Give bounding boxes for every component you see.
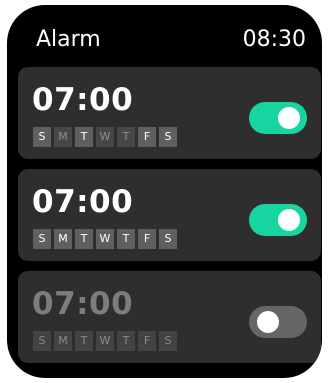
alarm-toggle[interactable] [249,306,307,338]
day-chip-wednesday: W [96,229,114,249]
alarm-card[interactable]: 07:00 S M T W T F S [18,67,321,159]
day-chip-monday: M [54,127,72,147]
alarm-toggle[interactable] [249,102,307,134]
day-chip-friday: F [138,331,156,351]
toggle-knob [278,107,300,129]
day-chip-thursday: T [117,331,135,351]
day-chip-sunday: S [33,229,51,249]
day-chip-wednesday: W [96,127,114,147]
day-chip-saturday: S [159,229,177,249]
alarm-card[interactable]: 07:00 S M T W T F S [18,169,321,261]
day-chip-saturday: S [159,127,177,147]
alarm-time: 07:00 [32,286,134,322]
day-chip-tuesday: T [75,127,93,147]
day-chip-sunday: S [33,127,51,147]
alarm-card[interactable]: 07:00 S M T W T F S [18,271,321,363]
day-chip-tuesday: T [75,229,93,249]
day-chip-sunday: S [33,331,51,351]
day-chip-friday: F [138,127,156,147]
day-chip-monday: M [54,229,72,249]
watch-screen: Alarm 08:30 07:00 S M T W T F S 07:00 S … [7,5,322,378]
repeat-days: S M T W T F S [33,229,180,249]
status-clock: 08:30 [242,27,306,52]
alarm-toggle[interactable] [249,204,307,236]
day-chip-tuesday: T [75,331,93,351]
repeat-days: S M T W T F S [33,127,180,147]
day-chip-friday: F [138,229,156,249]
toggle-knob [257,311,279,333]
day-chip-saturday: S [159,331,177,351]
repeat-days: S M T W T F S [33,331,180,351]
page-title: Alarm [36,27,101,52]
alarm-time: 07:00 [32,184,134,220]
header: Alarm 08:30 [7,5,322,65]
day-chip-thursday: T [117,127,135,147]
alarm-time: 07:00 [32,82,134,118]
day-chip-monday: M [54,331,72,351]
day-chip-thursday: T [117,229,135,249]
toggle-knob [278,209,300,231]
day-chip-wednesday: W [96,331,114,351]
